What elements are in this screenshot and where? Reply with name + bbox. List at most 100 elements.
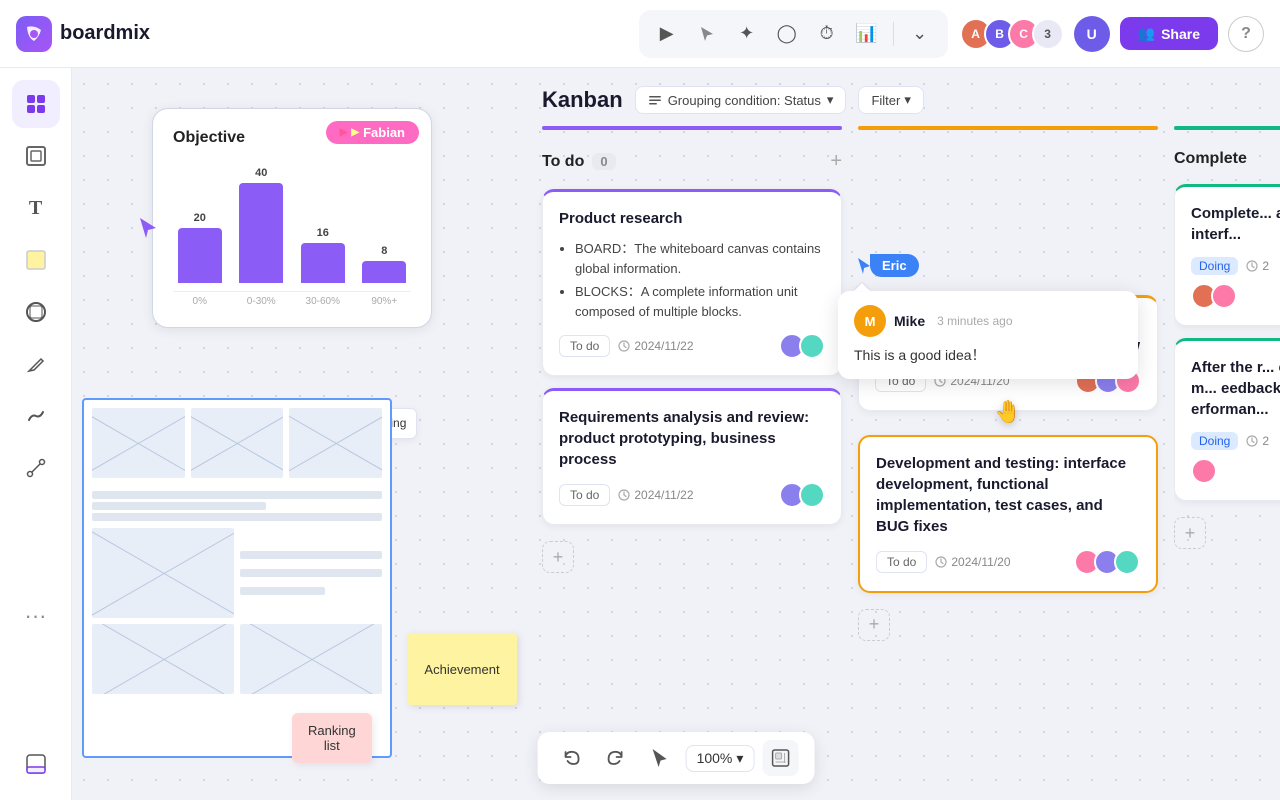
wf-box-2: [191, 408, 284, 478]
dev-card-wrapper: 🤚 Development and testing: interface dev…: [858, 423, 1158, 593]
todo-title: To do: [542, 153, 584, 171]
complete-card2-date: 2: [1246, 434, 1269, 448]
undo-icon: [562, 748, 582, 768]
card-requirements-footer: To do 2024/11/22: [559, 482, 825, 508]
sidebar-item-sticky[interactable]: [12, 236, 60, 284]
toolbar-timer-btn[interactable]: ⏱: [809, 16, 845, 52]
zoom-level: 100%: [697, 750, 733, 766]
complete-card2-title: After the r... ersion, m... eedback... e…: [1191, 357, 1280, 420]
todo-count: 0: [592, 153, 615, 170]
sidebar-item-frames[interactable]: [12, 132, 60, 180]
toolbar-star-btn[interactable]: ✦: [729, 16, 765, 52]
comment-popup: M Mike 3 minutes ago This is a good idea…: [838, 291, 1138, 379]
sidebar-item-home[interactable]: [12, 80, 60, 128]
filter-button[interactable]: Filter ▾: [858, 86, 923, 114]
sidebar-item-draw[interactable]: [12, 392, 60, 440]
kanban-column-todo: To do 0 + Product research BOARD：The whi…: [542, 126, 842, 778]
bar-4: [362, 261, 406, 283]
kanban-area: Kanban Grouping condition: Status ▾ Filt…: [522, 68, 1280, 800]
req-date: 2024/11/22: [618, 488, 693, 502]
help-button[interactable]: ?: [1228, 16, 1264, 52]
bar-group-3: 16: [296, 227, 350, 283]
card-product-research[interactable]: Product research BOARD：The whiteboard ca…: [542, 189, 842, 376]
share-button[interactable]: 👥 Share: [1120, 17, 1218, 50]
logo-text: boardmix: [60, 22, 150, 45]
avatar-count: 3: [1032, 18, 1064, 50]
kanban-header: Kanban Grouping condition: Status ▾ Filt…: [522, 68, 1280, 126]
grouping-label: Grouping condition: Status: [668, 93, 821, 108]
wireframe-card[interactable]: [82, 398, 392, 758]
share-label: Share: [1161, 26, 1200, 42]
toolbar-chart-btn[interactable]: 📊: [849, 16, 885, 52]
sidebar-bottom-panel[interactable]: [12, 740, 60, 788]
complete-header: Complete: [1174, 146, 1280, 172]
toolbar-play-btn[interactable]: ▶: [649, 16, 685, 52]
dev-todo-tag: To do: [876, 551, 927, 573]
share-icon: 👥: [1138, 25, 1155, 42]
toolbar: ▶ ✦ ◯ ⏱ 📊 ⌄: [639, 10, 948, 58]
complete-av-2: [1211, 283, 1237, 309]
toolbar-circle-btn[interactable]: ◯: [769, 16, 805, 52]
complete-card1-avatars: [1191, 283, 1280, 309]
grouping-icon: [648, 93, 662, 107]
eric-arrow-cursor: [858, 258, 870, 274]
wireframe-inner: [84, 400, 390, 756]
toolbar-cursor-btn[interactable]: [689, 16, 725, 52]
complete-card2-footer: Doing 2: [1191, 432, 1280, 450]
todo-plus-btn[interactable]: +: [542, 541, 574, 573]
purple-cursor: [140, 218, 156, 243]
canvas: Objective ▶ Fabian 20 40 16: [72, 68, 1280, 800]
bottom-bar: 100% ▾: [538, 732, 815, 784]
achievement-sticky[interactable]: Achievement: [407, 633, 517, 705]
wf-box-5: [92, 624, 234, 694]
logo-area: boardmix: [16, 16, 216, 52]
bar-group-1: 20: [173, 212, 227, 283]
sidebar: T ···: [0, 68, 72, 800]
redo-button[interactable]: [598, 740, 634, 776]
kanban-column-inprogress: M Mike 3 minutes ago This is a good idea…: [858, 126, 1158, 778]
doing-badge-2: Doing: [1191, 432, 1238, 450]
card-requirements-title: Requirements analysis and review: produc…: [559, 407, 825, 470]
card-requirements[interactable]: Requirements analysis and review: produc…: [542, 388, 842, 525]
wf-box-4: [92, 528, 234, 618]
sidebar-item-shapes[interactable]: [12, 288, 60, 336]
req-todo-tag: To do: [559, 484, 610, 506]
chart-card[interactable]: Objective ▶ Fabian 20 40 16: [152, 108, 432, 328]
undo-button[interactable]: [554, 740, 590, 776]
clock-icon-5: [1246, 260, 1258, 272]
map-icon: [771, 749, 789, 767]
minimap-button[interactable]: [762, 740, 798, 776]
eric-cursor-area: Eric: [858, 254, 1158, 279]
select-tool-button[interactable]: [642, 740, 678, 776]
inprogress-plus-btn[interactable]: +: [858, 609, 890, 641]
sidebar-item-text[interactable]: T: [12, 184, 60, 232]
zoom-selector[interactable]: 100% ▾: [686, 745, 755, 772]
card-dev-testing[interactable]: Development and testing: interface devel…: [858, 435, 1158, 593]
card-complete-1[interactable]: Complete... and interf... Doing 2: [1174, 184, 1280, 326]
todo-add-btn[interactable]: +: [830, 150, 842, 173]
toolbar-more-btn[interactable]: ⌄: [902, 16, 938, 52]
redo-icon: [606, 748, 626, 768]
card-date: 2024/11/22: [618, 339, 693, 353]
card-complete-2[interactable]: After the r... ersion, m... eedback... e…: [1174, 338, 1280, 501]
sidebar-item-pen[interactable]: [12, 340, 60, 388]
comment-header: M Mike 3 minutes ago: [854, 305, 1122, 337]
ranking-line1: Ranking: [308, 723, 356, 738]
kanban-columns: To do 0 + Product research BOARD：The whi…: [522, 126, 1280, 778]
wf-box-3: [289, 408, 382, 478]
bar-group-2: 40: [235, 167, 289, 283]
complete-card1-title: Complete... and interf...: [1191, 203, 1280, 245]
complete-plus-btn[interactable]: +: [1174, 517, 1206, 549]
dev-card-avatars: [1074, 549, 1140, 575]
bar-axis: 0% 0-30% 30-60% 90%+: [173, 291, 411, 307]
dev-avatar-3: [1114, 549, 1140, 575]
card-product-research-bullets: BOARD：The whiteboard canvas contains glo…: [559, 239, 825, 321]
ranking-sticky[interactable]: Ranking list: [292, 713, 372, 763]
dev-date: 2024/11/20: [935, 555, 1010, 569]
sidebar-item-connector[interactable]: [12, 444, 60, 492]
clock-icon-2: [618, 489, 630, 501]
sidebar-more[interactable]: ···: [12, 592, 60, 640]
bar-group-4: 8: [358, 245, 412, 283]
grouping-dropdown[interactable]: Grouping condition: Status ▾: [635, 86, 847, 114]
card-avatars: [779, 333, 825, 359]
